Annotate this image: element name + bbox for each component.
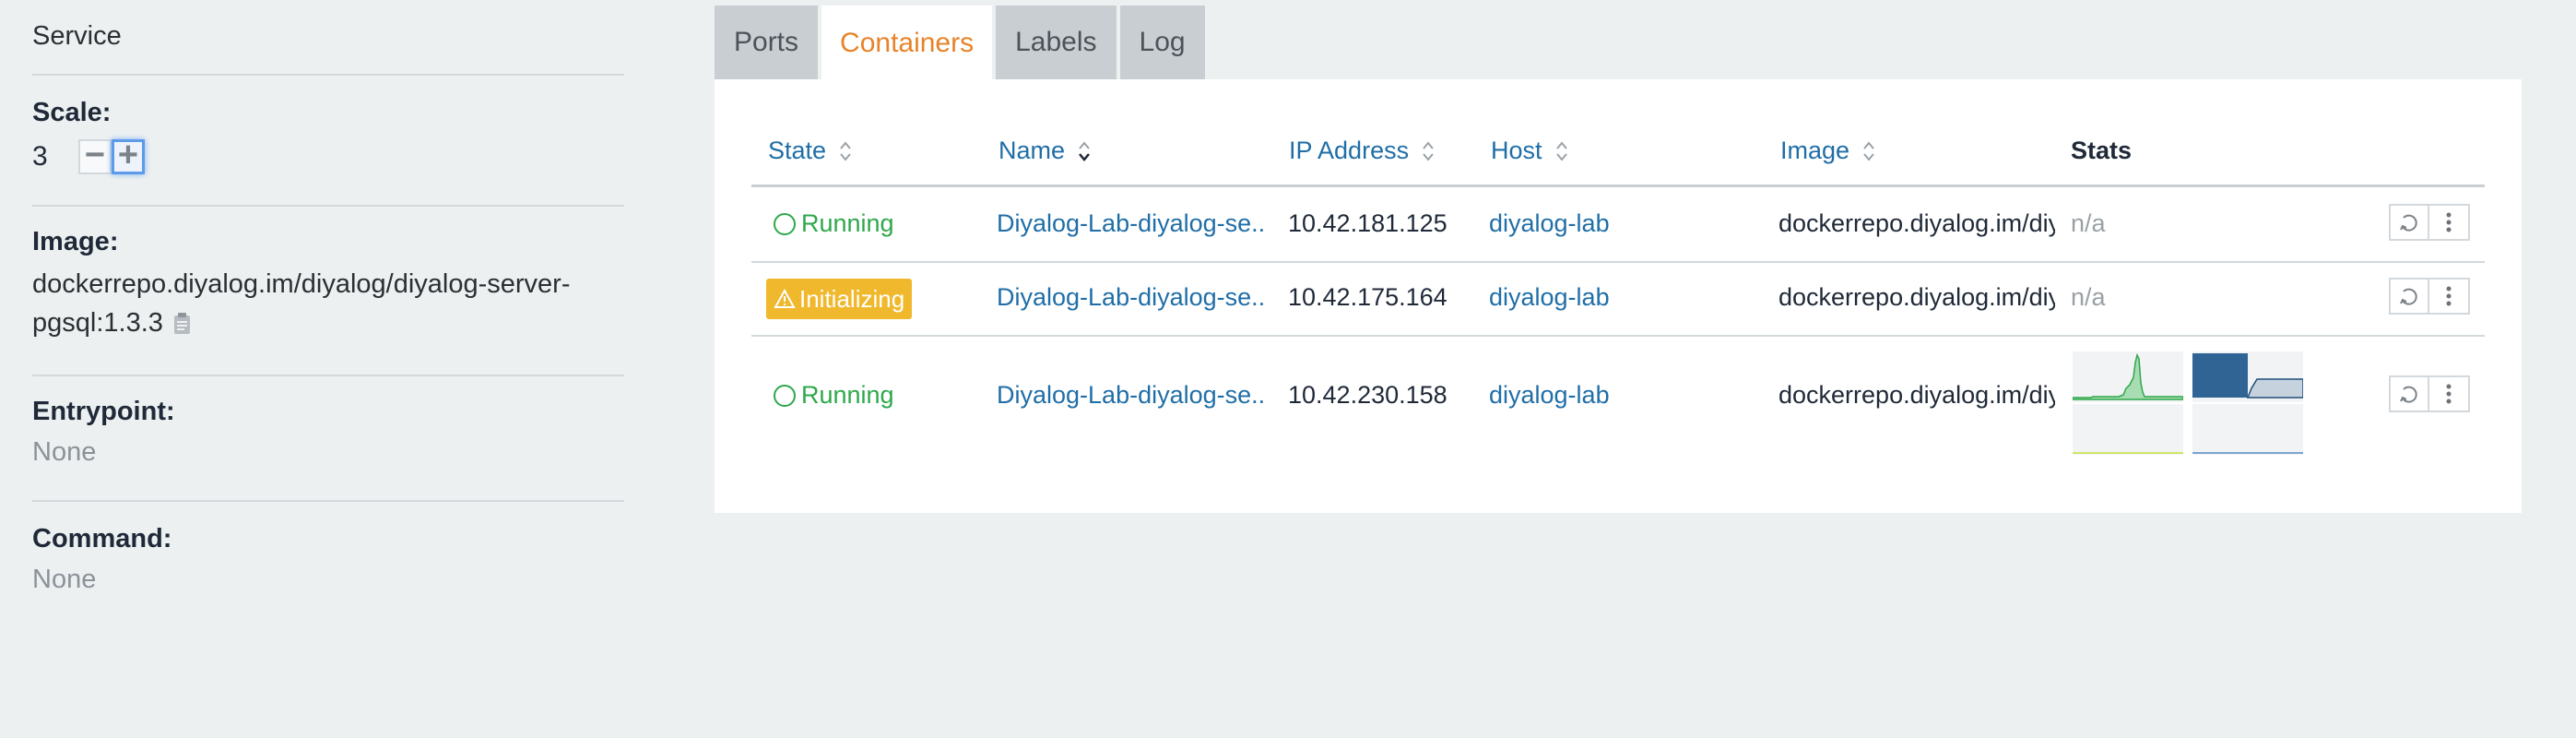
cpu-sparkline (2073, 351, 2183, 455)
image-section: Image: dockerrepo.diyalog.im/diyalog/diy… (32, 207, 624, 376)
table-header: State Name IP Address Host Image Stats (751, 113, 2485, 187)
container-image: dockerrepo.diyalog.im/diyalog/diyalog-se… (1778, 283, 2055, 311)
row-actions (2389, 204, 2470, 241)
column-header-stats: Stats (2071, 137, 2133, 164)
type-section: Service (32, 0, 624, 76)
restart-button[interactable] (2389, 204, 2429, 241)
scale-label: Scale: (32, 98, 112, 127)
column-header-image-label: Image (1780, 137, 1850, 164)
sort-icon (1863, 140, 1874, 161)
image-label: Image: (32, 227, 119, 256)
column-header-name[interactable]: Name (998, 137, 1091, 165)
table-row: Running Diyalog-Lab-diyalog-se... 10.42.… (751, 337, 2485, 457)
container-name-link[interactable]: Diyalog-Lab-diyalog-se... (997, 209, 1264, 238)
command-value: None (32, 565, 97, 594)
tab-log[interactable]: Log (1119, 6, 1205, 79)
column-header-ip-label: IP Address (1289, 137, 1410, 164)
sort-icon (1423, 140, 1434, 161)
check-ring-icon (774, 212, 796, 235)
minus-icon: − (84, 136, 106, 174)
restart-icon (2400, 214, 2417, 232)
column-header-state-label: State (768, 137, 827, 164)
entrypoint-value: None (32, 437, 97, 467)
memory-sparkline (2192, 351, 2303, 455)
container-stats: n/a (2071, 283, 2106, 311)
restart-icon (2400, 288, 2417, 305)
column-header-state[interactable]: State (768, 137, 852, 165)
container-image: dockerrepo.diyalog.im/diyalog/diyalog-se… (1778, 209, 2055, 237)
plus-icon: + (117, 136, 139, 174)
state-label: Running (801, 381, 894, 409)
warning-icon (774, 289, 796, 308)
more-vertical-icon (2446, 384, 2452, 404)
container-host-link[interactable]: diyalog-lab (1489, 209, 1610, 238)
container-host-link[interactable]: diyalog-lab (1489, 381, 1610, 410)
scale-decrement-button[interactable]: − (78, 136, 112, 174)
row-actions (2389, 375, 2470, 412)
restart-button[interactable] (2389, 278, 2429, 315)
more-actions-button[interactable] (2429, 278, 2470, 315)
entrypoint-section: Entrypoint: None (32, 376, 624, 502)
state-badge-running: Running (766, 381, 894, 410)
state-badge-initializing: Initializing (766, 279, 913, 319)
column-header-name-label: Name (998, 137, 1066, 164)
command-section: Command: None (32, 502, 624, 601)
container-ip: 10.42.181.125 (1288, 209, 1448, 237)
copy-icon[interactable] (172, 312, 193, 336)
restart-icon (2400, 386, 2417, 403)
container-stats: n/a (2071, 209, 2106, 237)
sort-desc-icon (1079, 140, 1090, 161)
row-actions (2389, 278, 2470, 315)
column-header-ip[interactable]: IP Address (1289, 137, 1435, 165)
container-host-link[interactable]: diyalog-lab (1489, 283, 1610, 312)
tab-labels[interactable]: Labels (996, 6, 1117, 79)
image-value: dockerrepo.diyalog.im/diyalog/diyalog-se… (32, 265, 604, 342)
containers-table: State Name IP Address Host Image Stats R… (751, 113, 2485, 457)
more-vertical-icon (2446, 286, 2452, 306)
container-name-link[interactable]: Diyalog-Lab-diyalog-se... (997, 283, 1264, 312)
more-vertical-icon (2446, 212, 2452, 232)
column-header-image[interactable]: Image (1780, 137, 1875, 165)
scale-increment-button[interactable]: + (112, 136, 145, 174)
container-image: dockerrepo.diyalog.im/diyalog/diyalog-se… (1778, 381, 2055, 409)
detail-tabs: Ports Containers Labels Log (715, 6, 1205, 81)
service-details-panel: Service Scale: 3 − + Image: dockerrepo.d… (32, 0, 624, 601)
type-value: Service (32, 21, 122, 51)
container-ip: 10.42.175.164 (1288, 283, 1448, 311)
containers-panel: State Name IP Address Host Image Stats R… (715, 79, 2522, 513)
check-ring-icon (774, 384, 796, 407)
state-badge-running: Running (766, 209, 894, 238)
state-label: Initializing (799, 284, 905, 313)
tab-ports[interactable]: Ports (715, 6, 819, 79)
column-header-host[interactable]: Host (1491, 137, 1568, 165)
state-label: Running (801, 209, 894, 237)
column-header-host-label: Host (1491, 137, 1542, 164)
container-name-link[interactable]: Diyalog-Lab-diyalog-se... (997, 381, 1264, 410)
sort-icon (840, 140, 851, 161)
command-label: Command: (32, 524, 172, 554)
more-actions-button[interactable] (2429, 375, 2470, 412)
image-name: dockerrepo.diyalog.im/diyalog/diyalog-se… (32, 269, 571, 338)
scale-control: 3 − + (32, 136, 624, 174)
container-ip: 10.42.230.158 (1288, 381, 1448, 409)
more-actions-button[interactable] (2429, 204, 2470, 241)
sort-icon (1555, 140, 1567, 161)
scale-section: Scale: 3 − + (32, 76, 624, 207)
table-row: Running Diyalog-Lab-diyalog-se... 10.42.… (751, 187, 2485, 263)
table-row: Initializing Diyalog-Lab-diyalog-se... 1… (751, 263, 2485, 337)
entrypoint-label: Entrypoint: (32, 397, 175, 426)
scale-value: 3 (32, 141, 48, 172)
restart-button[interactable] (2389, 375, 2429, 412)
tab-containers[interactable]: Containers (821, 6, 993, 81)
